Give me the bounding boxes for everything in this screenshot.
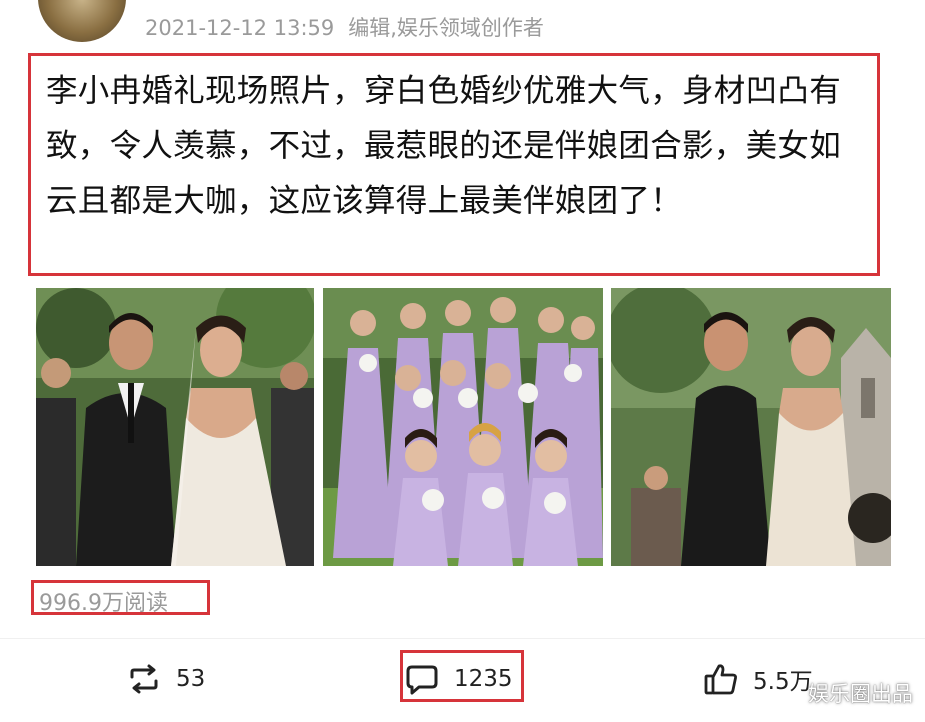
post-timestamp: 2021-12-12 13:59 — [145, 16, 335, 40]
post-edit-tag: 编辑,娱乐领域创作者 — [348, 16, 544, 40]
read-count-highlight: 996.9万阅读 — [31, 580, 210, 616]
repost-count: 53 — [176, 666, 206, 692]
watermark: 娱乐圈出品 — [808, 682, 913, 706]
post-meta: 2021-12-12 13:59 编辑,娱乐领域创作者 — [145, 12, 544, 42]
post-text: 李小冉婚礼现场照片，穿白色婚纱优雅大气，身材凹凸有致，令人羡慕，不过，最惹眼的还… — [46, 73, 842, 219]
author-avatar[interactable] — [38, 0, 126, 42]
post-text-highlight: 李小冉婚礼现场照片，穿白色婚纱优雅大气，身材凹凸有致，令人羡慕，不过，最惹眼的还… — [28, 53, 880, 276]
repost-button[interactable]: 53 — [126, 655, 205, 703]
divider — [0, 638, 925, 639]
repost-icon — [130, 664, 158, 694]
like-button[interactable]: 5.5万 — [703, 655, 813, 703]
post-photo-3[interactable] — [611, 288, 891, 566]
like-count: 5.5万 — [753, 669, 813, 695]
read-count: 996.9万阅读 — [39, 591, 168, 616]
thumbs-up-icon — [704, 664, 737, 695]
post-photo-2[interactable] — [323, 288, 603, 566]
comment-count-highlight — [400, 650, 524, 702]
post-photo-1[interactable] — [36, 288, 314, 566]
